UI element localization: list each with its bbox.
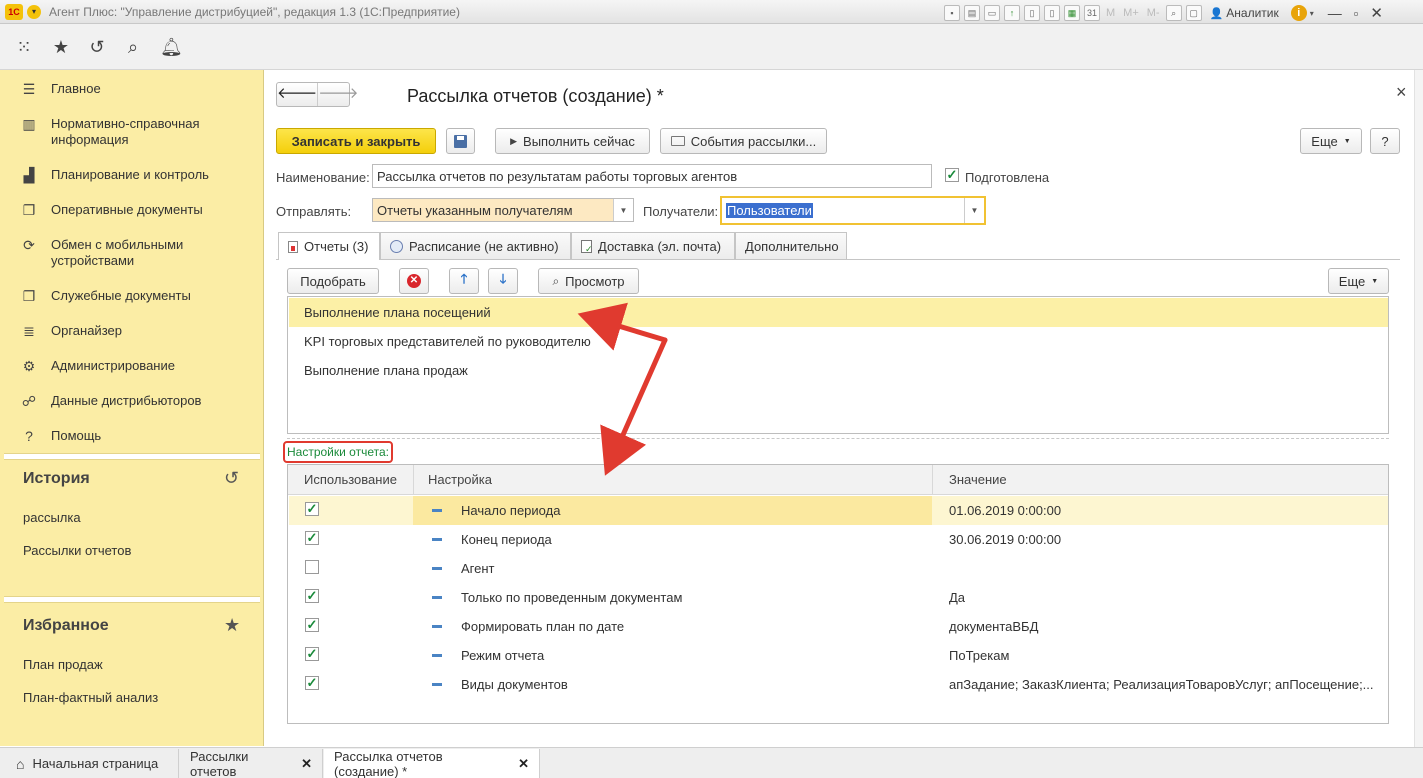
home-icon: ⌂	[16, 755, 25, 772]
tab-label: Рассылки отчетов	[190, 748, 249, 778]
annotation-arrow-to-settings	[600, 337, 668, 476]
tab-report-mailing-create[interactable]: Рассылка отчетов (создание) * ✕	[324, 749, 540, 778]
annotation-arrow-to-report	[577, 302, 668, 351]
tab-label: Начальная страница	[32, 756, 159, 771]
open-windows-bar: ⌂ Начальная страница Рассылки отчетов ✕ …	[0, 747, 1423, 778]
close-tab-icon[interactable]: ✕	[518, 756, 529, 772]
tab-home-page[interactable]: ⌂ Начальная страница	[6, 749, 179, 778]
tab-label: Рассылка отчетов (создание) *	[334, 748, 443, 778]
close-tab-icon[interactable]: ✕	[301, 756, 312, 772]
annotation-arrows	[577, 302, 668, 476]
tab-report-mailings[interactable]: Рассылки отчетов ✕	[180, 749, 323, 778]
